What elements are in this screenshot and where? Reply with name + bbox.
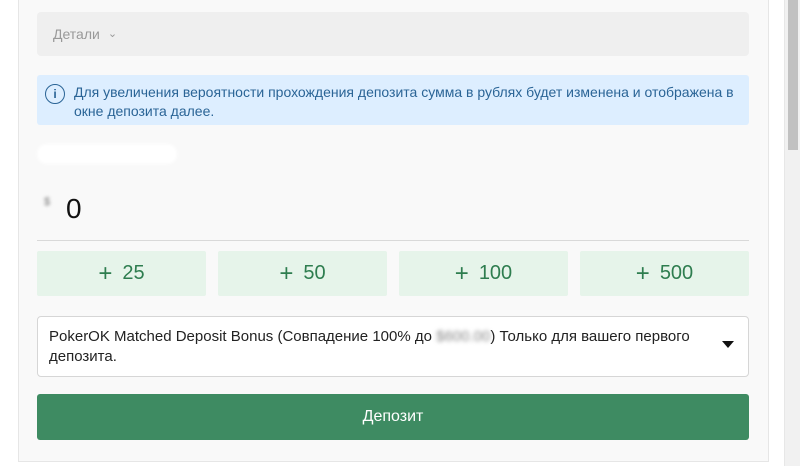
plus-icon: + [635,259,650,287]
quick-amount-25-button[interactable]: + 25 [37,251,206,296]
quick-amount-value: 50 [303,262,326,284]
dropdown-caret-icon [722,341,734,348]
amount-input[interactable]: 0 [66,193,82,225]
amount-divider [37,240,749,241]
quick-amount-500-button[interactable]: + 500 [580,251,749,296]
quick-amount-value: 25 [122,262,145,284]
details-label: Детали [53,26,100,42]
plus-icon: + [454,259,469,287]
chevron-down-icon: ⌄ [107,27,118,40]
info-icon: i [45,84,65,104]
quick-amount-value: 500 [659,262,694,284]
bonus-amount-redacted: $600.00 [436,328,491,345]
quick-amount-value: 100 [478,262,513,284]
scrollbar-thumb[interactable] [788,0,798,150]
details-toggle[interactable]: Детали ⌄ [37,12,749,56]
currency-symbol: $ [44,196,51,208]
quick-amount-50-button[interactable]: + 50 [218,251,387,296]
scrollbar[interactable] [784,0,800,466]
plus-icon: + [98,259,113,287]
deposit-card [18,0,769,462]
info-text: Для увеличения вероятности прохождения д… [74,84,734,119]
bonus-text-before: PokerOK Matched Deposit Bonus (Совпадени… [49,328,437,345]
bonus-select[interactable]: PokerOK Matched Deposit Bonus (Совпадени… [37,316,749,377]
quick-amount-100-button[interactable]: + 100 [399,251,568,296]
info-notice: i Для увеличения вероятности прохождения… [37,75,749,125]
deposit-button[interactable]: Депозит [37,394,749,440]
plus-icon: + [279,259,294,287]
amount-label-redacted [37,144,177,164]
